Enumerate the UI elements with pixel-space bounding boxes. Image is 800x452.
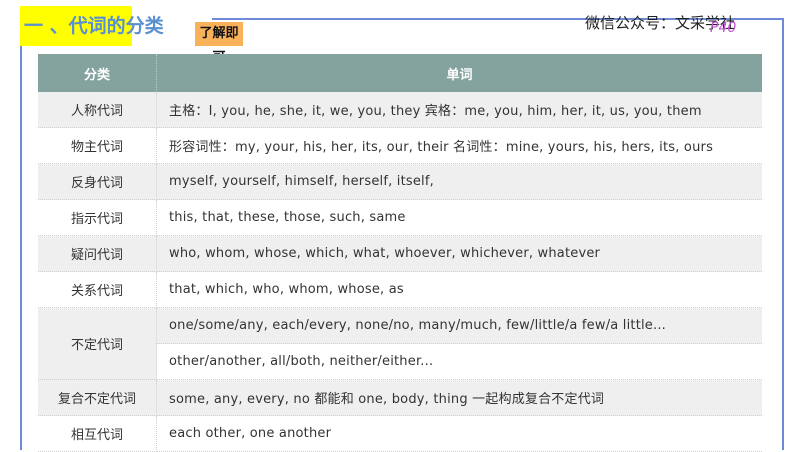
category-cell: 人称代词: [38, 92, 157, 128]
category-cell: 复合不定代词: [38, 379, 157, 416]
section-title: 一 、代词的分类: [20, 6, 164, 46]
category-cell: 关系代词: [38, 271, 157, 308]
category-cell: 疑问代词: [38, 235, 157, 272]
words-cell: myself, yourself, himself, herself, itse…: [156, 163, 762, 200]
category-cell: 反身代词: [38, 163, 157, 200]
table-row: 反身代词 myself, yourself, himself, herself, …: [38, 163, 762, 200]
words-cell: 形容词性：my, your, his, her, its, our, their…: [156, 127, 762, 164]
words-cell: other/another, all/both, neither/either.…: [156, 343, 762, 380]
words-cell: that, which, who, whom, whose, as: [156, 271, 762, 308]
words-cell: each other, one another: [156, 415, 762, 452]
frame-line: [782, 18, 784, 450]
table-row: 关系代词 that, which, who, whom, whose, as: [38, 271, 762, 308]
note-badge: 了解即可: [195, 22, 243, 65]
category-cell: 指示代词: [38, 199, 157, 236]
words-cell: this, that, these, those, such, same: [156, 199, 762, 236]
words-cell: 主格：I, you, he, she, it, we, you, they 宾格…: [156, 92, 762, 128]
words-cell: who, whom, whose, which, what, whoever, …: [156, 235, 762, 272]
table-row: 指示代词 this, that, these, those, such, same: [38, 199, 762, 236]
pronoun-table: 分类 单词 人称代词 主格：I, you, he, she, it, we, yo…: [38, 54, 762, 452]
table-row: 疑问代词 who, whom, whose, which, what, whoev…: [38, 235, 762, 272]
frame-line: [746, 18, 782, 20]
table-row: 人称代词 主格：I, you, he, she, it, we, you, the…: [38, 92, 762, 128]
words-cell: one/some/any, each/every, none/no, many/…: [156, 307, 762, 344]
category-cell: 相互代词: [38, 415, 157, 452]
column-header-words: 单词: [156, 54, 762, 92]
table-row: 物主代词 形容词性：my, your, his, her, its, our, t…: [38, 127, 762, 164]
page-number-mark: P40: [710, 20, 737, 36]
frame-line: [20, 38, 22, 450]
table-row: 相互代词 each other, one another: [38, 415, 762, 452]
category-cell: 物主代词: [38, 127, 157, 164]
table-row: 不定代词 one/some/any, each/every, none/no, m…: [38, 307, 762, 380]
table-row: 复合不定代词 some, any, every, no 都能和 one, body…: [38, 379, 762, 416]
words-cell: some, any, every, no 都能和 one, body, thin…: [156, 379, 762, 416]
table-header-row: 分类 单词: [38, 54, 762, 92]
column-header-category: 分类: [38, 54, 157, 92]
category-cell: 不定代词: [38, 307, 157, 380]
